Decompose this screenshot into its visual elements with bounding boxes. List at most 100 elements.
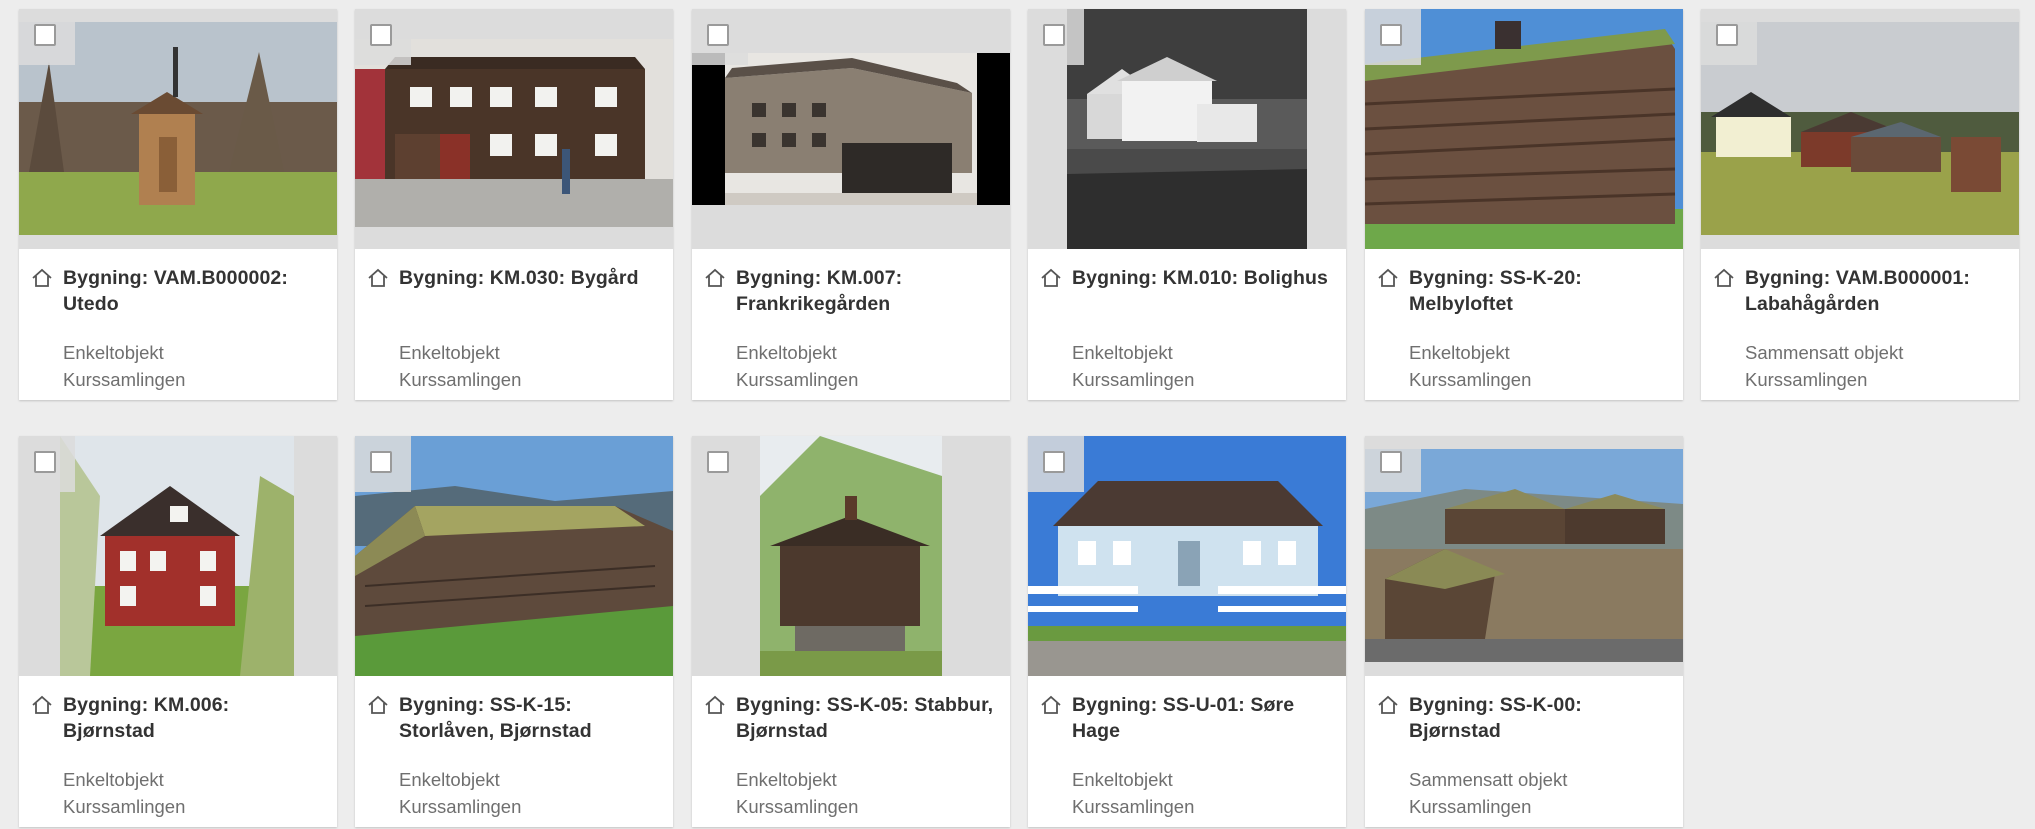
card-meta: Enkeltobjekt Kurssamlingen [736, 766, 858, 820]
thumbnail[interactable] [355, 436, 673, 676]
result-card[interactable]: Bygning: KM.007: Frankrikegården Enkelto… [692, 9, 1010, 400]
object-type: Enkeltobjekt [1072, 769, 1173, 790]
card-title[interactable]: Bygning: KM.007: Frankrikegården [736, 265, 996, 317]
thumbnail[interactable] [1701, 9, 2019, 249]
select-checkbox-wrap[interactable] [1028, 9, 1084, 65]
collection-name: Kurssamlingen [1745, 369, 1868, 390]
card-meta: Enkeltobjekt Kurssamlingen [1409, 339, 1531, 393]
collection-name: Kurssamlingen [1072, 796, 1195, 817]
card-title[interactable]: Bygning: SS-K-15: Storlåven, Bjørnstad [399, 692, 659, 744]
result-card[interactable]: Bygning: KM.006: Bjørnstad Enkeltobjekt … [19, 436, 337, 827]
object-type: Enkeltobjekt [1409, 342, 1510, 363]
collection-name: Kurssamlingen [1072, 369, 1195, 390]
object-type: Enkeltobjekt [736, 342, 837, 363]
select-checkbox-wrap[interactable] [19, 9, 75, 65]
select-checkbox[interactable] [34, 451, 56, 473]
card-meta: Enkeltobjekt Kurssamlingen [63, 339, 185, 393]
card-title[interactable]: Bygning: SS-U-01: Søre Hage [1072, 692, 1332, 744]
result-card[interactable]: Bygning: VAM.B000002: Utedo Enkeltobjekt… [19, 9, 337, 400]
card-meta: Enkeltobjekt Kurssamlingen [399, 339, 521, 393]
card-title[interactable]: Bygning: VAM.B000001: Labahågården [1745, 265, 2005, 317]
card-meta: Enkeltobjekt Kurssamlingen [1072, 339, 1194, 393]
select-checkbox-wrap[interactable] [692, 436, 748, 492]
select-checkbox[interactable] [370, 451, 392, 473]
select-checkbox[interactable] [1716, 24, 1738, 46]
card-title[interactable]: Bygning: KM.006: Bjørnstad [63, 692, 323, 744]
house-outline-icon [1378, 695, 1398, 714]
thumbnail[interactable] [19, 436, 337, 676]
select-checkbox[interactable] [1380, 24, 1402, 46]
thumbnail[interactable] [19, 9, 337, 249]
result-card[interactable]: Bygning: KM.030: Bygård Enkeltobjekt Kur… [355, 9, 673, 400]
select-checkbox[interactable] [1380, 451, 1402, 473]
select-checkbox-wrap[interactable] [355, 436, 411, 492]
result-card[interactable]: Bygning: SS-K-15: Storlåven, Bjørnstad E… [355, 436, 673, 827]
collection-name: Kurssamlingen [399, 796, 522, 817]
object-type: Enkeltobjekt [63, 342, 164, 363]
photo-frankrikegarden [692, 53, 1010, 205]
select-checkbox-wrap[interactable] [1365, 436, 1421, 492]
house-outline-icon [1041, 268, 1061, 287]
thumbnail[interactable] [1028, 436, 1346, 676]
collection-name: Kurssamlingen [736, 369, 859, 390]
card-meta: Enkeltobjekt Kurssamlingen [1072, 766, 1194, 820]
object-type: Enkeltobjekt [63, 769, 164, 790]
house-outline-icon [1041, 695, 1061, 714]
select-checkbox[interactable] [707, 451, 729, 473]
house-outline-icon [32, 268, 52, 287]
card-meta: Sammensatt objekt Kurssamlingen [1745, 339, 1903, 393]
object-type: Enkeltobjekt [736, 769, 837, 790]
thumbnail[interactable] [692, 9, 1010, 249]
house-outline-icon [32, 695, 52, 714]
photo-bjornstad-km006 [60, 436, 294, 676]
collection-name: Kurssamlingen [1409, 796, 1532, 817]
select-checkbox-wrap[interactable] [692, 9, 748, 65]
card-meta: Enkeltobjekt Kurssamlingen [736, 339, 858, 393]
card-title[interactable]: Bygning: SS-K-00: Bjørnstad [1409, 692, 1669, 744]
select-checkbox-wrap[interactable] [355, 9, 411, 65]
result-card[interactable]: Bygning: KM.010: Bolighus Enkeltobjekt K… [1028, 9, 1346, 400]
object-type: Sammensatt objekt [1745, 342, 1904, 363]
collection-name: Kurssamlingen [63, 796, 186, 817]
card-title[interactable]: Bygning: SS-K-05: Stabbur, Bjørnstad [736, 692, 996, 744]
thumbnail[interactable] [692, 436, 1010, 676]
select-checkbox-wrap[interactable] [1365, 9, 1421, 65]
house-outline-icon [705, 268, 725, 287]
thumbnail[interactable] [355, 9, 673, 249]
thumbnail[interactable] [1365, 436, 1683, 676]
photo-stabbur [760, 436, 942, 676]
result-card[interactable]: Bygning: VAM.B000001: Labahågården Samme… [1701, 9, 2019, 400]
result-card[interactable]: Bygning: SS-K-00: Bjørnstad Sammensatt o… [1365, 436, 1683, 827]
select-checkbox[interactable] [1043, 24, 1065, 46]
thumbnail[interactable] [1365, 9, 1683, 249]
card-title[interactable]: Bygning: KM.030: Bygård [399, 265, 659, 291]
collection-name: Kurssamlingen [63, 369, 186, 390]
result-card[interactable]: Bygning: SS-K-20: Melbyloftet Enkeltobje… [1365, 9, 1683, 400]
select-checkbox[interactable] [1043, 451, 1065, 473]
card-meta: Sammensatt objekt Kurssamlingen [1409, 766, 1567, 820]
collection-name: Kurssamlingen [399, 369, 522, 390]
object-type: Sammensatt objekt [1409, 769, 1568, 790]
results-grid: Bygning: VAM.B000002: Utedo Enkeltobjekt… [0, 0, 2035, 829]
photo-bygard [355, 39, 673, 227]
house-outline-icon [368, 268, 388, 287]
collection-name: Kurssamlingen [1409, 369, 1532, 390]
object-type: Enkeltobjekt [399, 342, 500, 363]
house-outline-icon [1714, 268, 1734, 287]
result-card[interactable]: Bygning: SS-U-01: Søre Hage Enkeltobjekt… [1028, 436, 1346, 827]
select-checkbox[interactable] [34, 24, 56, 46]
card-title[interactable]: Bygning: SS-K-20: Melbyloftet [1409, 265, 1669, 317]
house-outline-icon [368, 695, 388, 714]
card-title[interactable]: Bygning: VAM.B000002: Utedo [63, 265, 323, 317]
object-type: Enkeltobjekt [1072, 342, 1173, 363]
select-checkbox-wrap[interactable] [19, 436, 75, 492]
photo-bolighus [1067, 9, 1307, 249]
select-checkbox[interactable] [707, 24, 729, 46]
thumbnail[interactable] [1028, 9, 1346, 249]
select-checkbox-wrap[interactable] [1028, 436, 1084, 492]
card-meta: Enkeltobjekt Kurssamlingen [399, 766, 521, 820]
result-card[interactable]: Bygning: SS-K-05: Stabbur, Bjørnstad Enk… [692, 436, 1010, 827]
select-checkbox[interactable] [370, 24, 392, 46]
select-checkbox-wrap[interactable] [1701, 9, 1757, 65]
card-title[interactable]: Bygning: KM.010: Bolighus [1072, 265, 1332, 291]
